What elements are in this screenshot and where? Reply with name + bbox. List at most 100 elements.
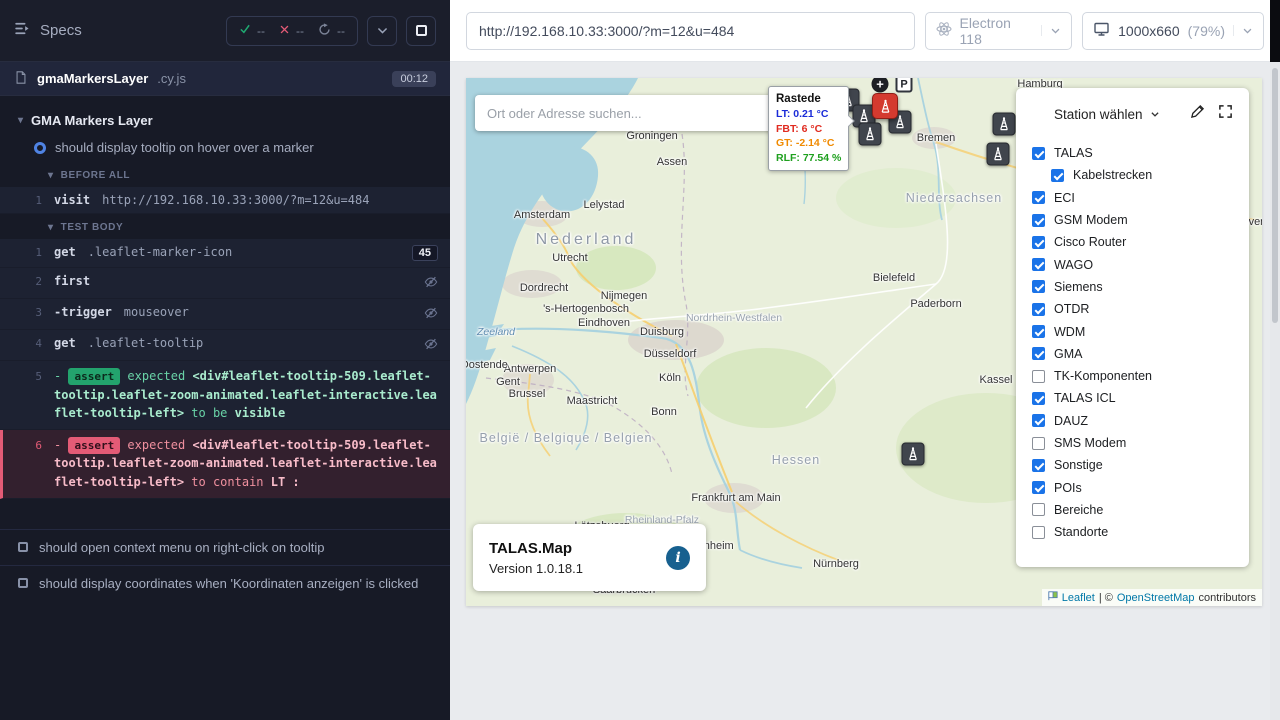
station-marker-icon[interactable] [987,143,1010,166]
layer-item[interactable]: WDM [1032,320,1233,342]
layer-checkbox[interactable] [1032,370,1045,383]
test-stats[interactable]: -- -- -- [226,16,358,46]
command-row[interactable]: 4get.leaflet-tooltip [0,330,450,361]
layer-checkbox[interactable] [1032,503,1045,516]
command-row[interactable]: 2first [0,268,450,299]
station-marker-icon[interactable] [902,443,925,466]
layer-checkbox[interactable] [1032,481,1045,494]
suite-row[interactable]: ▾ GMA Markers Layer [0,106,450,135]
active-test-row[interactable]: should display tooltip on hover over a m… [0,135,450,162]
layer-checkbox[interactable] [1051,169,1064,182]
layer-item[interactable]: Cisco Router [1032,231,1233,253]
layer-checkbox[interactable] [1032,191,1045,204]
url-input[interactable] [466,12,915,50]
layer-checkbox[interactable] [1032,147,1045,160]
layer-checkbox[interactable] [1032,280,1045,293]
tooltip-value: GT: -2.14 °C [776,136,841,151]
map-search-control[interactable] [475,95,788,131]
collapse-all-button[interactable] [367,16,397,46]
layer-item[interactable]: ECI [1032,187,1233,209]
layer-checkbox[interactable] [1032,526,1045,539]
osm-link[interactable]: OpenStreetMap [1117,592,1195,604]
expand-icon[interactable] [1218,104,1233,124]
layer-checkbox[interactable] [1032,347,1045,360]
layer-item[interactable]: DAUZ [1032,410,1233,432]
layer-item[interactable]: GSM Modem [1032,209,1233,231]
layer-checkbox[interactable] [1032,437,1045,450]
layer-item[interactable]: Standorte [1032,521,1233,543]
layer-item[interactable]: OTDR [1032,298,1233,320]
tooltip-value: LT: 0.21 °C [776,107,841,122]
assert-row-failed[interactable]: 6- assert expected <div#leaflet-tooltip-… [0,430,450,499]
pending-test-row[interactable]: should display coordinates when 'Koordin… [0,565,450,601]
section-label: TEST BODY [61,222,124,233]
station-marker-icon[interactable] [859,123,882,146]
command-row[interactable]: 3-triggermouseover [0,299,450,330]
map-label: Zeeland [477,326,515,338]
command-row[interactable]: 1get.leaflet-marker-icon45 [0,239,450,268]
layer-checkbox[interactable] [1032,258,1045,271]
map-label: Gent [496,376,520,388]
edit-pencil-icon[interactable] [1190,104,1205,124]
map-label: Düsseldorf [644,348,697,360]
browser-select[interactable]: Electron 118 [925,12,1073,50]
layer-item[interactable]: Bereiche [1032,499,1233,521]
station-dropdown[interactable]: Station wählen [1054,107,1160,122]
station-layer-panel: Station wählen TALAS Kabelstrecken ECI GSM … [1016,88,1249,567]
layer-item[interactable]: GMA [1032,343,1233,365]
leaflet-map[interactable]: GroningenAssenAmsterdamLelystadUtrechtNe… [466,78,1262,606]
scrollbar-thumb[interactable] [1272,68,1278,323]
layer-label: WDM [1054,325,1085,339]
layer-label: ECI [1054,191,1075,205]
command-row[interactable]: 1 visit http://192.168.10.33:3000/?m=12&… [0,187,450,214]
marker-tooltip[interactable]: Rastede LT: 0.21 °CFBT: 6 °CGT: -2.14 °C… [768,86,849,171]
layer-label: Standorte [1054,525,1108,539]
p-marker-icon[interactable]: P [896,78,913,93]
map-label: Duisburg [640,326,684,338]
layer-label: Siemens [1054,280,1103,294]
layer-item[interactable]: TALAS ICL [1032,387,1233,409]
layer-item[interactable]: Sonstige [1032,454,1233,476]
hidden-element-icon [424,274,438,292]
caret-down-icon: ▾ [48,222,54,233]
pending-test-row[interactable]: should open context menu on right-click … [0,529,450,565]
assert-badge: assert [68,437,120,454]
hovered-marker-icon[interactable] [872,93,898,119]
layer-label: Kabelstrecken [1073,168,1152,182]
spec-header[interactable]: gmaMarkersLayer .cy.js 00:12 [0,62,450,96]
layer-item[interactable]: Siemens [1032,276,1233,298]
layer-item[interactable]: TALAS [1032,142,1233,164]
viewport-size: 1000x660 [1118,23,1180,39]
info-icon[interactable]: i [666,546,690,570]
layer-item[interactable]: POIs [1032,476,1233,498]
app-title: TALAS.Map [489,540,583,557]
layer-checkbox[interactable] [1032,236,1045,249]
layer-checkbox[interactable] [1032,214,1045,227]
assert-row-passed[interactable]: 5- assert expected <div#leaflet-tooltip-… [0,361,450,430]
layer-item[interactable]: WAGO [1032,253,1233,275]
before-all-section[interactable]: ▾ BEFORE ALL [0,162,450,187]
stage-scrollbar[interactable] [1270,62,1280,720]
viewport-select[interactable]: 1000x660 (79%) [1082,12,1264,50]
stat-passed: -- [239,23,265,38]
command-number: 2 [30,274,54,288]
layer-item[interactable]: TK-Komponenten [1032,365,1233,387]
passed-count: -- [257,24,265,38]
layer-item[interactable]: SMS Modem [1032,432,1233,454]
runner-header: Specs -- -- -- [0,0,450,62]
layer-checkbox[interactable] [1032,459,1045,472]
layer-item[interactable]: Kabelstrecken [1032,164,1233,186]
layer-checkbox[interactable] [1032,414,1045,427]
stop-button[interactable] [406,16,436,46]
command-number: 1 [30,245,54,259]
station-marker-icon[interactable] [993,113,1016,136]
command-list: 1get.leaflet-marker-icon452first3-trigge… [0,239,450,361]
cypress-runner-panel: Specs -- -- -- gmaMarkersLayer [0,0,450,720]
specs-toggle[interactable]: Specs [14,20,82,41]
search-input[interactable] [487,106,776,121]
leaflet-link[interactable]: Leaflet [1062,592,1095,604]
test-body-section[interactable]: ▾ TEST BODY [0,214,450,239]
layer-checkbox[interactable] [1032,325,1045,338]
layer-checkbox[interactable] [1032,303,1045,316]
layer-checkbox[interactable] [1032,392,1045,405]
